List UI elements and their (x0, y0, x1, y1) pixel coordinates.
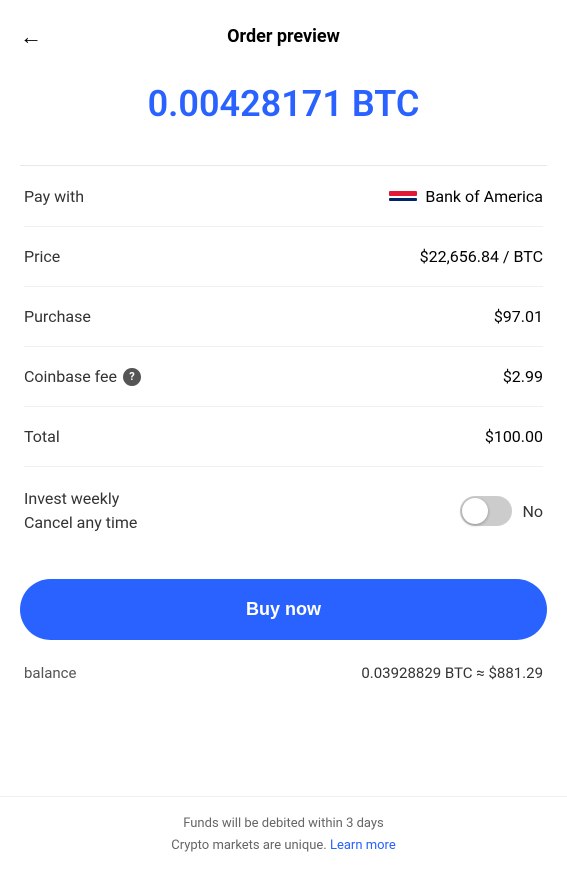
toggle-track (460, 496, 512, 526)
price-label: Price (24, 247, 60, 266)
footer-text: Funds will be debited within 3 days Cryp… (20, 813, 547, 857)
header: ← Order preview (0, 10, 567, 63)
bank-name: Bank of America (425, 187, 543, 206)
bank-logo-blue-stripe (389, 198, 417, 201)
invest-label: Invest weekly Cancel any time (24, 487, 137, 535)
fee-row: Coinbase fee ? $2.99 (24, 347, 543, 407)
toggle-state-label: No (522, 502, 543, 521)
footer-line2-static: Crypto markets are unique. (171, 838, 326, 853)
fee-label-text: Coinbase fee (24, 367, 117, 386)
purchase-row: Purchase $97.01 (24, 287, 543, 347)
back-button[interactable]: ← (20, 24, 42, 50)
bank-of-america-logo (389, 186, 417, 206)
toggle-thumb (462, 498, 488, 524)
btc-amount-section: 0.00428171 BTC (0, 63, 567, 165)
balance-label: balance (24, 664, 76, 682)
pay-with-label: Pay with (24, 187, 84, 206)
learn-more-link[interactable]: Learn more (330, 838, 396, 853)
btc-amount-value: 0.00428171 BTC (148, 83, 420, 125)
purchase-label: Purchase (24, 307, 91, 326)
purchase-value: $97.01 (494, 307, 543, 326)
total-value: $100.00 (485, 427, 543, 446)
invest-weekly-row: Invest weekly Cancel any time No (24, 467, 543, 555)
price-row: Price $22,656.84 / BTC (24, 227, 543, 287)
fee-value: $2.99 (503, 367, 543, 386)
fee-label: Coinbase fee ? (24, 367, 141, 386)
total-row: Total $100.00 (24, 407, 543, 467)
bank-info: Bank of America (389, 186, 543, 206)
page-title: Order preview (227, 26, 340, 47)
pay-with-row: Pay with Bank of America (24, 166, 543, 227)
invest-right: No (460, 496, 543, 526)
help-icon[interactable]: ? (123, 368, 141, 386)
total-label: Total (24, 427, 60, 446)
bank-logo-red-stripe (389, 191, 417, 196)
buy-now-button[interactable]: Buy now (20, 579, 547, 640)
footer-line1: Funds will be debited within 3 days (183, 816, 384, 831)
details-section: Pay with Bank of America Price $22,656.8… (0, 166, 567, 555)
balance-row: balance 0.03928829 BTC ≈ $881.29 (0, 664, 567, 702)
invest-label-line1: Invest weekly (24, 487, 137, 511)
back-arrow-icon: ← (20, 24, 42, 50)
invest-label-line2: Cancel any time (24, 511, 137, 535)
price-value: $22,656.84 / BTC (420, 247, 543, 266)
balance-value: 0.03928829 BTC ≈ $881.29 (361, 664, 543, 682)
invest-weekly-toggle[interactable] (460, 496, 512, 526)
footer: Funds will be debited within 3 days Cryp… (0, 796, 567, 877)
